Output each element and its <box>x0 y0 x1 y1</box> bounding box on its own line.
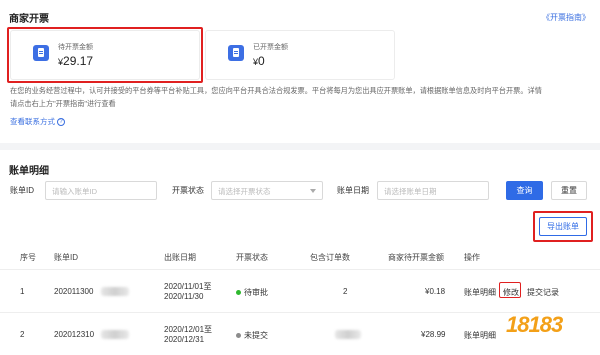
section-title-bills: 账单明细 <box>9 166 49 177</box>
col-header-bill-id: 账单ID <box>54 253 78 262</box>
cell-order-count: 2 <box>343 287 348 296</box>
invoice-description-line1: 在您的业务经营过程中，认可并接受的平台券等平台补贴工具，您应向平台开具合法合规发… <box>10 86 542 95</box>
issued-invoice-card: 已开票金额 ¥0 <box>205 30 395 80</box>
submit-record-link[interactable]: 提交记录 <box>527 287 559 298</box>
issued-amount-label: 已开票金额 <box>253 44 288 51</box>
chevron-down-icon <box>310 189 316 193</box>
contact-link-wrap[interactable]: 查看联系方式? <box>10 116 65 127</box>
bill-detail-panel: 账单明细 账单ID 请输入账单ID 开票状态 请选择开票状态 账单日期 请选择账… <box>0 150 600 355</box>
watermark-logo: 18183 <box>506 312 563 337</box>
help-icon[interactable]: ? <box>57 118 65 127</box>
redacted-mask <box>101 287 129 296</box>
cell-amount: ¥28.99 <box>421 330 446 339</box>
cell-index: 1 <box>20 287 25 296</box>
col-header-amount: 商家待开票金额 <box>388 253 444 262</box>
col-header-order-count: 包含订单数 <box>310 253 350 262</box>
highlight-box <box>533 211 593 242</box>
status-dot <box>236 290 241 296</box>
cell-bill-id: 202011300 <box>54 287 94 296</box>
status-label: 开票状态 <box>172 186 204 195</box>
status-badge: 未提交 <box>236 330 268 341</box>
highlight-box <box>499 282 521 298</box>
bill-id-label: 账单ID <box>10 186 34 195</box>
date-picker[interactable]: 请选择账单日期 <box>377 181 489 200</box>
status-select-placeholder: 请选择开票状态 <box>218 187 271 196</box>
bill-id-input[interactable]: 请输入账单ID <box>45 181 157 200</box>
highlight-box <box>7 27 203 83</box>
cell-date-start: 2020/12/01至 <box>164 325 213 334</box>
issued-amount-value: ¥0 <box>253 54 265 68</box>
redacted-mask <box>335 330 361 339</box>
reset-button[interactable]: 重置 <box>551 181 587 200</box>
cell-date-end: 2020/11/30 <box>164 292 204 301</box>
col-header-actions: 操作 <box>464 253 480 262</box>
status-select[interactable]: 请选择开票状态 <box>211 181 323 200</box>
col-header-date: 出账日期 <box>164 253 196 262</box>
section-title-invoice: 商家开票 <box>9 14 49 25</box>
search-button[interactable]: 查询 <box>506 181 543 200</box>
status-badge: 待审批 <box>236 287 268 298</box>
cell-index: 2 <box>20 330 25 339</box>
cell-amount: ¥0.18 <box>425 287 446 296</box>
bill-detail-link[interactable]: 账单明细 <box>464 287 496 298</box>
col-header-index: 序号 <box>20 253 36 262</box>
status-dot <box>236 333 241 339</box>
cell-date-end: 2020/12/31 <box>164 335 205 344</box>
invoice-icon <box>228 45 244 61</box>
contact-link[interactable]: 查看联系方式 <box>10 117 55 126</box>
invoice-panel: 商家开票 《开票指南》 待开票金额 ¥29.17 已开票金额 ¥0 在您的业务经… <box>0 0 600 143</box>
invoice-guide-link[interactable]: 《开票指南》 <box>542 12 590 23</box>
date-label: 账单日期 <box>337 186 369 195</box>
invoice-description-line2: 请点击右上方"开票指南"进行查看 <box>10 99 116 108</box>
cell-date-start: 2020/11/01至 <box>164 282 212 291</box>
table-divider <box>0 269 600 270</box>
bill-detail-link[interactable]: 账单明细 <box>464 330 496 341</box>
redacted-mask <box>101 330 129 339</box>
cell-bill-id: 202012310 <box>54 330 95 339</box>
col-header-status: 开票状态 <box>236 253 268 262</box>
